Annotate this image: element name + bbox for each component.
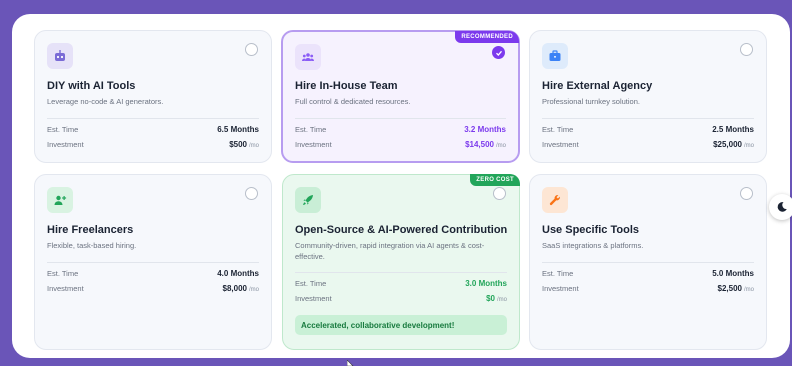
- divider: [295, 118, 506, 119]
- option-title: Open-Source & AI-Powered Contribution: [295, 224, 508, 236]
- highlight-note: Accelerated, collaborative development!: [295, 315, 507, 335]
- est-time-row: Est. Time 4.0 Months: [47, 269, 259, 278]
- option-card-tools[interactable]: Use Specific Tools SaaS integrations & p…: [529, 174, 767, 350]
- option-title: Hire Freelancers: [47, 224, 134, 236]
- investment-row: Investment $25,000/mo: [542, 140, 754, 149]
- investment-label: Investment: [542, 140, 579, 149]
- investment-value: $14,500: [465, 140, 494, 149]
- investment-label: Investment: [542, 284, 579, 293]
- divider: [542, 262, 754, 263]
- option-title: Hire In-House Team: [295, 80, 398, 92]
- divider: [295, 272, 507, 273]
- per-month-unit: /mo: [743, 143, 754, 149]
- options-panel: DIY with AI Tools Leverage no-code & AI …: [12, 14, 790, 358]
- user-plus-icon: [47, 187, 73, 213]
- recommended-badge: RECOMMENDED: [455, 31, 519, 43]
- investment-row: Investment $2,500/mo: [542, 284, 754, 293]
- investment-label: Investment: [47, 140, 84, 149]
- est-time-row: Est. Time 3.2 Months: [295, 125, 506, 134]
- divider: [47, 262, 259, 263]
- est-time-value: 6.5 Months: [217, 125, 259, 134]
- option-card-open-source[interactable]: ZERO COST Open-Source & AI-Powered Contr…: [282, 174, 520, 350]
- per-month-unit: /mo: [495, 143, 506, 149]
- investment-row: Investment $500/mo: [47, 140, 259, 149]
- est-time-label: Est. Time: [542, 125, 574, 134]
- select-radio[interactable]: [493, 187, 506, 200]
- est-time-label: Est. Time: [47, 125, 79, 134]
- zero-cost-badge: ZERO COST: [470, 174, 520, 186]
- investment-label: Investment: [295, 140, 332, 149]
- theme-toggle-button[interactable]: [769, 194, 792, 220]
- option-card-diy[interactable]: DIY with AI Tools Leverage no-code & AI …: [34, 30, 272, 163]
- est-time-value: 3.2 Months: [464, 125, 506, 134]
- est-time-label: Est. Time: [295, 279, 327, 288]
- option-title: DIY with AI Tools: [47, 80, 136, 92]
- investment-value: $25,000: [713, 140, 742, 149]
- investment-value: $2,500: [717, 284, 742, 293]
- select-radio-checked[interactable]: [492, 46, 505, 59]
- briefcase-icon: [542, 43, 568, 69]
- team-icon: [295, 44, 321, 70]
- option-card-in-house[interactable]: RECOMMENDED Hire In-House Team Full cont…: [281, 30, 520, 163]
- investment-value: $8,000: [222, 284, 247, 293]
- est-time-row: Est. Time 3.0 Months: [295, 279, 507, 288]
- select-radio[interactable]: [245, 187, 258, 200]
- option-description: Leverage no-code & AI generators.: [47, 97, 164, 106]
- option-card-agency[interactable]: Hire External Agency Professional turnke…: [529, 30, 767, 163]
- est-time-row: Est. Time 2.5 Months: [542, 125, 754, 134]
- investment-row: Investment $8,000/mo: [47, 284, 259, 293]
- select-radio[interactable]: [245, 43, 258, 56]
- divider: [542, 118, 754, 119]
- option-description: Community-driven, rapid integration via …: [295, 241, 485, 261]
- est-time-value: 3.0 Months: [465, 279, 507, 288]
- option-description: Flexible, task-based hiring.: [47, 241, 137, 250]
- per-month-unit: /mo: [248, 143, 259, 149]
- check-icon: [495, 50, 502, 56]
- est-time-value: 2.5 Months: [712, 125, 754, 134]
- est-time-label: Est. Time: [47, 269, 79, 278]
- investment-row: Investment $0/mo: [295, 294, 507, 303]
- option-title: Use Specific Tools: [542, 224, 639, 236]
- rocket-icon: [295, 187, 321, 213]
- moon-icon: [777, 202, 787, 212]
- option-description: Professional turnkey solution.: [542, 97, 640, 106]
- investment-label: Investment: [295, 294, 332, 303]
- est-time-label: Est. Time: [542, 269, 574, 278]
- mouse-cursor-icon: [347, 360, 354, 366]
- per-month-unit: /mo: [743, 287, 754, 293]
- option-description: Full control & dedicated resources.: [295, 97, 411, 106]
- investment-value: $0: [486, 294, 495, 303]
- option-description: SaaS integrations & platforms.: [542, 241, 644, 250]
- est-time-label: Est. Time: [295, 125, 327, 134]
- wrench-icon: [542, 187, 568, 213]
- investment-row: Investment $14,500/mo: [295, 140, 506, 149]
- investment-value: $500: [229, 140, 247, 149]
- per-month-unit: /mo: [248, 287, 259, 293]
- investment-label: Investment: [47, 284, 84, 293]
- est-time-row: Est. Time 5.0 Months: [542, 269, 754, 278]
- option-title: Hire External Agency: [542, 80, 653, 92]
- option-card-freelancers[interactable]: Hire Freelancers Flexible, task-based hi…: [34, 174, 272, 350]
- est-time-value: 5.0 Months: [712, 269, 754, 278]
- select-radio[interactable]: [740, 43, 753, 56]
- divider: [47, 118, 259, 119]
- est-time-row: Est. Time 6.5 Months: [47, 125, 259, 134]
- robot-icon: [47, 43, 73, 69]
- est-time-value: 4.0 Months: [217, 269, 259, 278]
- per-month-unit: /mo: [496, 297, 507, 303]
- select-radio[interactable]: [740, 187, 753, 200]
